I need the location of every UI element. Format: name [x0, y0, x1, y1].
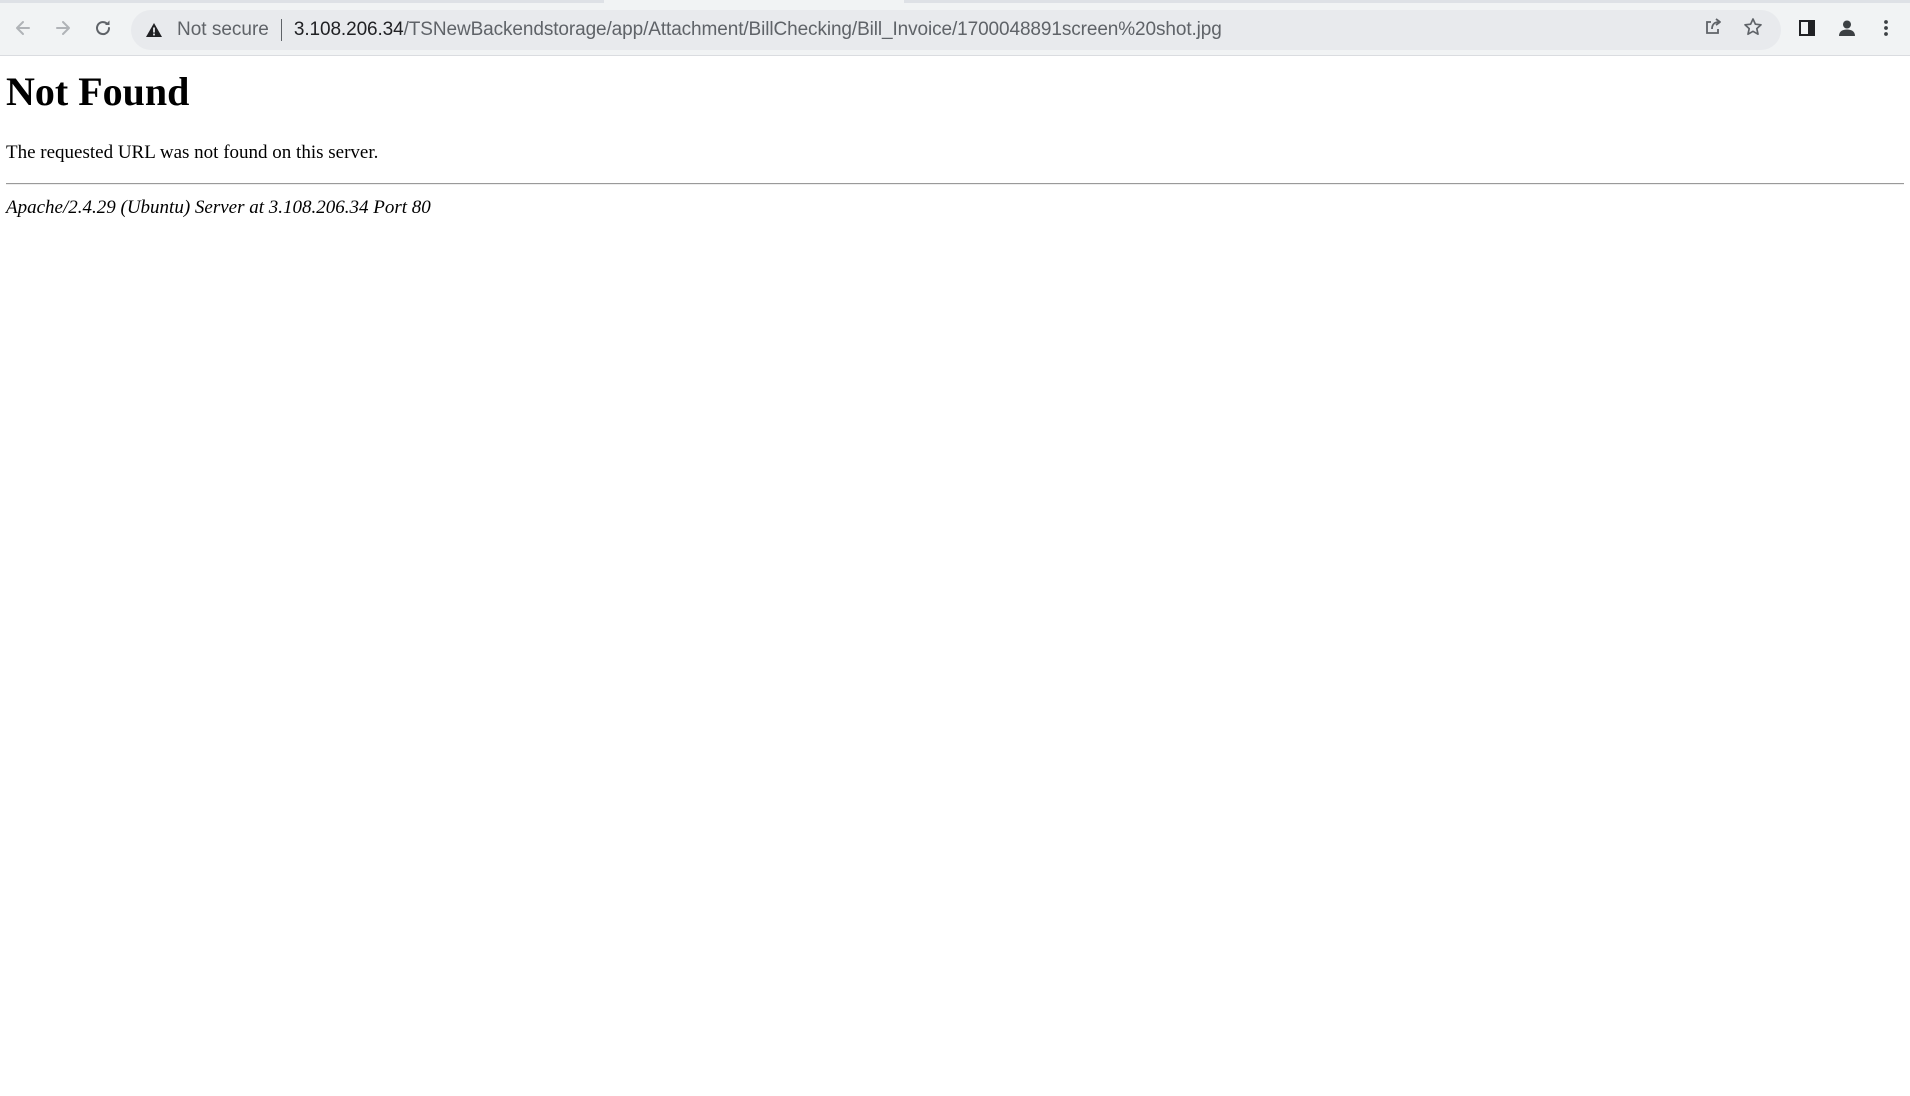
page-title: Not Found: [6, 69, 190, 114]
reload-button[interactable]: [87, 12, 119, 44]
tab-strip-edge: [0, 0, 1910, 3]
divider: [6, 183, 1904, 185]
browser-menu-button[interactable]: [1870, 12, 1902, 44]
browser-toolbar: Not secure 3.108.206.34/TSNewBackendstor…: [0, 0, 1910, 56]
url-text[interactable]: 3.108.206.34/TSNewBackendstorage/app/Att…: [294, 19, 1222, 41]
star-icon: [1743, 17, 1763, 43]
side-panel-icon: [1797, 18, 1817, 38]
back-button[interactable]: [7, 12, 39, 44]
url-path: /TSNewBackendstorage/app/Attachment/Bill…: [403, 19, 1222, 40]
share-button[interactable]: [1695, 12, 1731, 48]
profile-icon: [1836, 17, 1858, 39]
kebab-menu-icon: [1882, 18, 1890, 38]
share-icon: [1703, 17, 1723, 43]
error-message: The requested URL was not found on this …: [6, 142, 379, 163]
warning-triangle-icon: [145, 22, 163, 38]
reload-icon: [93, 18, 113, 38]
page-content: Not Found The requested URL was not foun…: [0, 56, 1910, 1096]
server-signature: Apache/2.4.29 (Ubuntu) Server at 3.108.2…: [6, 197, 431, 218]
site-security-chip[interactable]: Not secure: [145, 10, 269, 50]
bookmark-button[interactable]: [1735, 12, 1771, 48]
security-label: Not secure: [177, 19, 269, 40]
omnibox-actions: [1691, 10, 1771, 50]
side-panel-button[interactable]: [1791, 12, 1823, 44]
profile-button[interactable]: [1831, 12, 1863, 44]
url-host: 3.108.206.34: [293, 19, 404, 40]
address-bar[interactable]: Not secure 3.108.206.34/TSNewBackendstor…: [131, 10, 1781, 50]
arrow-right-icon: [53, 18, 73, 38]
url-separator: [280, 19, 282, 41]
active-tab[interactable]: [604, 0, 904, 3]
arrow-left-icon: [13, 18, 33, 38]
forward-button[interactable]: [47, 12, 79, 44]
